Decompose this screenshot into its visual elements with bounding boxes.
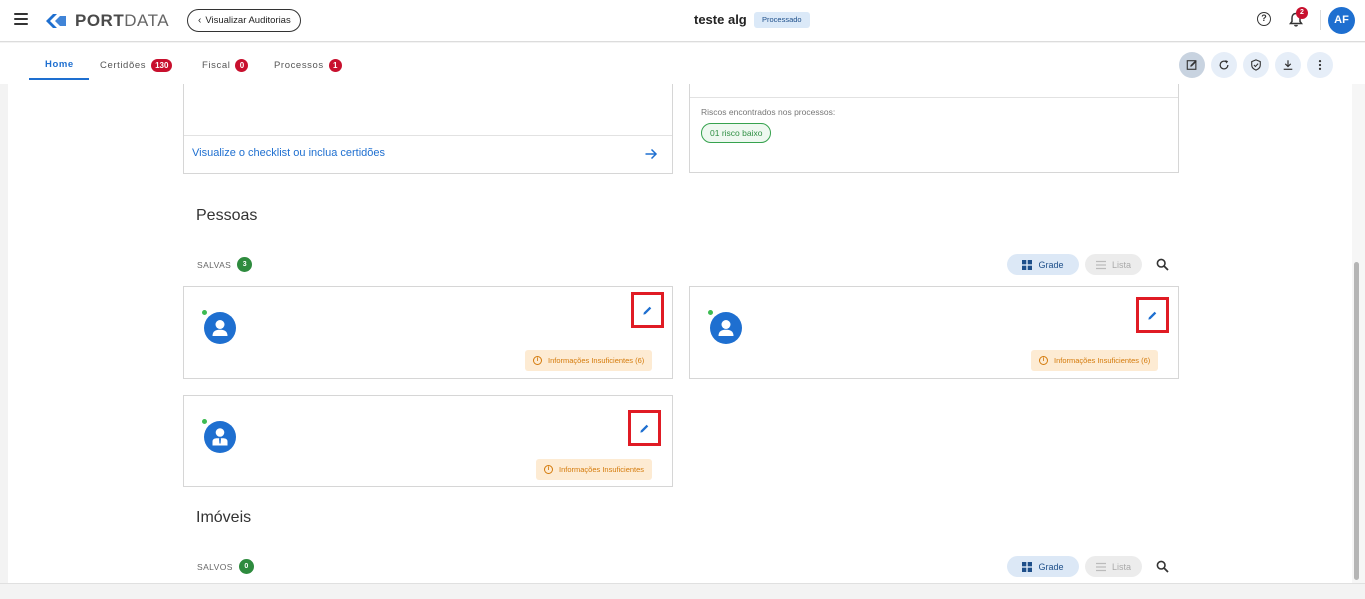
pessoas-list-label: Lista xyxy=(1111,259,1131,270)
bottom-strip xyxy=(0,583,1365,599)
insufficient-info-label: Informações Insuficientes xyxy=(559,465,645,474)
imoveis-grid-label: Grade xyxy=(1038,561,1064,572)
logo-mark-icon xyxy=(46,14,66,28)
main-content: Visualize o checklist ou inclua certidõe… xyxy=(8,84,1352,583)
imoveis-list-label: Lista xyxy=(1111,561,1131,572)
insufficient-info-chip[interactable]: i Informações Insuficientes (6) xyxy=(525,350,653,371)
list-view-icon xyxy=(1095,562,1106,571)
pessoas-grid-label: Grade xyxy=(1038,259,1064,270)
imoveis-grid-view-button[interactable]: Grade xyxy=(1007,556,1079,577)
pessoas-list-view-button[interactable]: Lista xyxy=(1085,254,1142,275)
insufficient-info-chip[interactable]: i Informações Insuficientes xyxy=(536,459,653,480)
tab-bar: Home Certidões 130 Fiscal 0 Processos 1 xyxy=(0,43,1365,84)
risk-chip[interactable]: 01 risco baixo xyxy=(701,123,772,143)
pencil-icon xyxy=(640,424,649,433)
online-status-dot xyxy=(707,309,714,316)
tab-fiscal[interactable]: Fiscal 0 xyxy=(202,59,249,72)
refresh-icon xyxy=(1219,60,1229,70)
pessoas-grid-view-button[interactable]: Grade xyxy=(1007,254,1079,275)
insufficient-info-label: Informações Insuficientes (6) xyxy=(548,356,645,365)
grid-view-icon xyxy=(1022,561,1033,572)
person-avatar xyxy=(204,312,236,344)
scrollbar-thumb[interactable] xyxy=(1354,262,1359,580)
help-icon[interactable]: ? xyxy=(1257,12,1271,26)
notification-count-badge: 2 xyxy=(1296,7,1308,19)
tab-fiscal-label: Fiscal xyxy=(202,60,231,71)
risk-label: Riscos encontrados nos processos: xyxy=(701,107,836,117)
chevron-left-icon: ‹ xyxy=(198,15,202,26)
person-card[interactable]: i Informações Insuficientes (6) xyxy=(689,286,1179,379)
shield-check-button[interactable] xyxy=(1243,52,1269,78)
search-icon[interactable] xyxy=(1156,560,1169,573)
imoveis-section-title: Imóveis xyxy=(196,509,252,526)
certidoes-link-row[interactable]: Visualize o checklist ou inclua certidõe… xyxy=(184,135,672,173)
pencil-icon xyxy=(643,306,652,315)
header-divider xyxy=(1320,10,1321,30)
tab-processos-badge: 1 xyxy=(328,59,342,72)
tab-certidoes[interactable]: Certidões 130 xyxy=(100,59,173,72)
edit-note-icon xyxy=(1186,60,1197,70)
online-status-dot xyxy=(201,309,208,316)
person-avatar xyxy=(710,312,742,344)
download-icon xyxy=(1283,60,1293,70)
arrow-right-icon[interactable] xyxy=(644,147,658,161)
pessoas-saved-count: 3 xyxy=(237,257,253,272)
tab-processos-label: Processos xyxy=(274,60,324,71)
pessoas-saved-text: SALVAS xyxy=(197,259,232,270)
pessoas-saved-label: SALVAS 3 xyxy=(197,257,253,272)
imoveis-saved-text: SALVOS xyxy=(197,561,233,572)
processos-summary-card: Riscos encontrados nos processos: 01 ris… xyxy=(689,84,1179,173)
page-title: teste alg xyxy=(694,12,747,27)
top-bar: PORTDATA ‹ Visualizar Auditorias teste a… xyxy=(0,0,1365,42)
download-button[interactable] xyxy=(1275,52,1301,78)
tab-home-label: Home xyxy=(45,59,74,70)
online-status-dot xyxy=(201,418,208,425)
certidoes-summary-card: Visualize o checklist ou inclua certidõe… xyxy=(183,84,673,174)
edit-person-button[interactable] xyxy=(628,410,661,446)
pencil-icon xyxy=(1148,311,1157,320)
info-icon: i xyxy=(533,356,542,365)
person-card[interactable]: i Informações Insuficientes xyxy=(183,395,673,487)
more-vert-icon xyxy=(1318,60,1322,70)
person-avatar xyxy=(204,421,236,453)
insufficient-info-label: Informações Insuficientes (6) xyxy=(1054,356,1151,365)
tab-fiscal-badge: 0 xyxy=(235,59,249,72)
grid-view-icon xyxy=(1022,259,1033,270)
active-tab-indicator xyxy=(29,78,89,80)
search-icon[interactable] xyxy=(1156,258,1169,271)
shield-check-icon xyxy=(1251,59,1261,71)
portdata-logo[interactable]: PORTDATA xyxy=(44,10,169,32)
back-to-audits-label: Visualizar Auditorias xyxy=(205,15,291,26)
tab-certidoes-label: Certidões xyxy=(100,60,147,71)
status-badge: Processado xyxy=(754,12,810,28)
refresh-button[interactable] xyxy=(1211,52,1237,78)
business-person-icon xyxy=(212,428,228,446)
imoveis-saved-count: 0 xyxy=(238,559,254,574)
tab-processos[interactable]: Processos 1 xyxy=(274,59,342,72)
back-to-audits-button[interactable]: ‹ Visualizar Auditorias xyxy=(187,9,301,32)
logo-text-bold: PORT xyxy=(75,11,125,30)
more-options-button[interactable] xyxy=(1307,52,1333,78)
checklist-link[interactable]: Visualize o checklist ou inclua certidõe… xyxy=(192,147,385,159)
logo-text-light: DATA xyxy=(124,11,170,30)
tab-home[interactable]: Home xyxy=(45,59,74,70)
imoveis-saved-label: SALVOS 0 xyxy=(197,559,254,574)
list-view-icon xyxy=(1095,260,1106,269)
person-card[interactable]: i Informações Insuficientes (6) xyxy=(183,286,673,379)
edit-person-button[interactable] xyxy=(1136,297,1169,333)
tab-certidoes-badge: 130 xyxy=(151,59,173,72)
insufficient-info-chip[interactable]: i Informações Insuficientes (6) xyxy=(1031,350,1159,371)
info-icon: i xyxy=(1039,356,1048,365)
pessoas-section-title: Pessoas xyxy=(196,207,258,224)
edit-note-button[interactable] xyxy=(1179,52,1205,78)
person-icon xyxy=(718,320,734,336)
user-avatar[interactable]: AF xyxy=(1328,7,1355,34)
imoveis-list-view-button[interactable]: Lista xyxy=(1085,556,1142,577)
person-icon xyxy=(212,320,228,336)
info-icon: i xyxy=(544,465,553,474)
menu-icon[interactable] xyxy=(14,13,28,25)
edit-person-button[interactable] xyxy=(631,292,664,328)
